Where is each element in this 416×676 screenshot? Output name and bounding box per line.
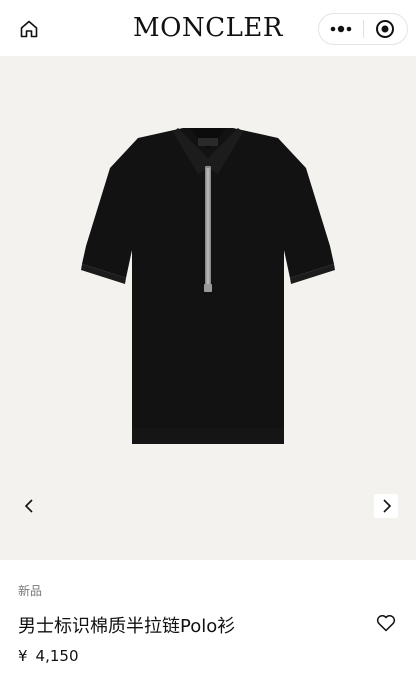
top-bar: MONCLER <box>0 0 416 56</box>
more-button[interactable] <box>319 14 363 44</box>
product-title: 男士标识棉质半拉链Polo衫 <box>18 616 236 637</box>
next-image-button[interactable] <box>374 494 398 518</box>
new-badge: 新品 <box>18 584 43 598</box>
product-gallery[interactable] <box>0 56 416 560</box>
product-info: 新品 男士标识棉质半拉链Polo衫 ¥4,150 <box>0 560 416 676</box>
heart-outline-icon <box>376 615 396 632</box>
mini-program-capsule <box>318 13 408 45</box>
product-image-polo-shirt <box>81 128 335 444</box>
price-value: 4,150 <box>35 647 79 665</box>
chevron-left-icon <box>24 499 33 513</box>
previous-image-button[interactable] <box>18 494 42 518</box>
target-close-icon <box>376 20 395 38</box>
favorite-button[interactable] <box>374 612 398 634</box>
chevron-right-icon <box>383 499 392 513</box>
currency-symbol: ¥ <box>18 647 28 665</box>
close-button[interactable] <box>363 14 407 44</box>
product-price: ¥4,150 <box>18 647 79 665</box>
more-dots-icon <box>330 25 352 33</box>
